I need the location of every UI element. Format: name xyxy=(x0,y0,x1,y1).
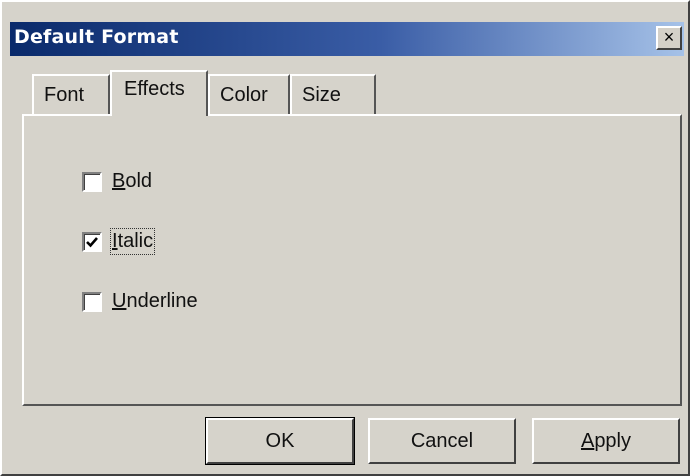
title-bar[interactable]: Default Format × xyxy=(10,22,684,56)
italic-label-rest: talic xyxy=(117,230,154,252)
ok-button[interactable]: OK xyxy=(205,417,355,465)
tab-effects[interactable]: Effects xyxy=(110,70,208,116)
window-title: Default Format xyxy=(14,26,179,48)
close-button[interactable]: × xyxy=(656,26,682,50)
tab-color-label: Color xyxy=(220,84,268,106)
apply-label-rest: pply xyxy=(594,429,632,452)
tab-font[interactable]: Font xyxy=(32,74,110,114)
underline-label: Underline xyxy=(112,290,198,313)
underline-label-rest: nderline xyxy=(126,290,198,312)
ok-label: OK xyxy=(265,429,295,452)
bold-checkbox[interactable] xyxy=(82,171,102,192)
apply-mnemonic: A xyxy=(580,429,595,452)
effects-panel xyxy=(22,114,682,406)
bold-label-rest: old xyxy=(125,170,153,192)
italic-checkbox[interactable] xyxy=(82,231,102,252)
tab-size[interactable]: Size xyxy=(290,74,376,114)
bold-mnemonic: B xyxy=(112,170,126,192)
tab-size-label: Size xyxy=(302,84,341,106)
tab-font-label: Font xyxy=(44,84,85,106)
cancel-button[interactable]: Cancel xyxy=(368,418,516,464)
italic-option[interactable]: Italic xyxy=(82,228,156,255)
italic-label: Italic xyxy=(109,228,156,255)
tab-effects-label: Effects xyxy=(124,78,185,100)
underline-checkbox[interactable] xyxy=(82,291,102,312)
checkmark-icon xyxy=(86,236,98,247)
bold-label: Bold xyxy=(112,170,152,193)
apply-button[interactable]: Apply xyxy=(532,418,680,464)
bold-option[interactable]: Bold xyxy=(82,170,152,193)
close-icon: × xyxy=(663,27,675,47)
underline-option[interactable]: Underline xyxy=(82,290,198,313)
tab-color[interactable]: Color xyxy=(208,74,290,114)
cancel-label: Cancel xyxy=(410,429,474,452)
underline-mnemonic: U xyxy=(112,290,127,312)
default-format-dialog: Default Format × Font Effects Color Size… xyxy=(0,0,690,476)
apply-label: Apply xyxy=(581,430,631,453)
